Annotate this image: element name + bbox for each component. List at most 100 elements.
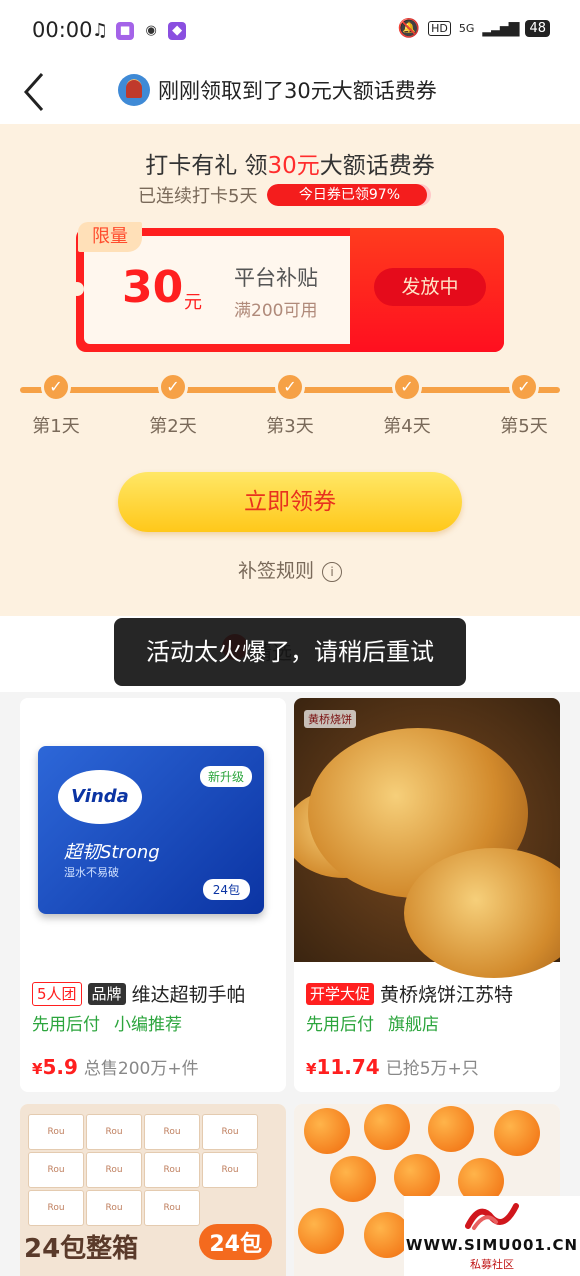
badge: 先用后付 bbox=[32, 1015, 100, 1035]
tissue-pack: Rou bbox=[86, 1114, 142, 1150]
product-image: 黄桥烧饼 bbox=[294, 698, 560, 978]
badge: 先用后付 bbox=[306, 1015, 374, 1035]
nav-title-wrap: 刚刚领取到了30元大额话费券 bbox=[118, 74, 437, 106]
watermark-sub: 私募社区 bbox=[470, 1258, 514, 1271]
tissue-count-badge: 24包 bbox=[199, 1224, 272, 1260]
product-card[interactable]: Rou Rou Rou Rou Rou Rou Rou Rou Rou Rou … bbox=[20, 1104, 286, 1276]
check-icon: ✓ bbox=[158, 372, 188, 402]
signal-icon: ▂▃▅▇ bbox=[482, 20, 519, 37]
day-item: ✓ 第5天 bbox=[484, 372, 564, 438]
day-label: 第5天 bbox=[500, 416, 548, 437]
product-badges: 先用后付 小编推荐 bbox=[32, 1010, 182, 1035]
product-card[interactable]: Vinda 新升级 超韧Strong 湿水不易破 24包 5人团 品牌 维达超韧… bbox=[20, 698, 286, 1092]
product-tags: 开学大促 黄桥烧饼江苏特 bbox=[306, 980, 513, 1007]
wechat-icon: ◉ bbox=[142, 21, 161, 40]
price-value: 11.74 bbox=[316, 1055, 380, 1079]
orange-shape bbox=[298, 1208, 344, 1254]
vinda-logo: Vinda bbox=[58, 770, 142, 824]
checkin-sub: 已连续打卡5天 今日券已领97% bbox=[138, 182, 432, 208]
watermark-url: WWW.SIMU001.CN bbox=[405, 1236, 579, 1254]
promo-tag: 开学大促 bbox=[306, 982, 375, 1005]
product-tags: 5人团 品牌 维达超韧手帕 bbox=[32, 980, 246, 1007]
coupon-status-button[interactable]: 发放中 bbox=[374, 268, 486, 306]
orange-shape bbox=[428, 1106, 474, 1152]
hd-icon: HD bbox=[428, 21, 451, 36]
product-card[interactable]: 黄桥烧饼 开学大促 黄桥烧饼江苏特 先用后付 旗舰店 ¥11.74 已抢5万+只 bbox=[294, 698, 560, 1092]
sold-count: 总售200万+件 bbox=[83, 1059, 199, 1079]
coupon-unit: 元 bbox=[184, 292, 202, 313]
badge: 小编推荐 bbox=[114, 1015, 182, 1035]
check-icon: ✓ bbox=[41, 372, 71, 402]
price-symbol: ¥ bbox=[306, 1060, 317, 1078]
coupon-name: 平台补贴 bbox=[234, 266, 318, 290]
product-price: ¥5.9 bbox=[32, 1055, 78, 1079]
product-badges: 先用后付 旗舰店 bbox=[306, 1010, 439, 1035]
streak-text: 已连续打卡5天 bbox=[138, 186, 258, 207]
today-progress-label: 今日券已领97% bbox=[298, 187, 401, 203]
mute-icon: 🔕 bbox=[397, 18, 421, 39]
network-label: 5G bbox=[458, 22, 475, 35]
checkin-days: ✓ 第1天 ✓ 第2天 ✓ 第3天 ✓ 第4天 ✓ 第5天 bbox=[0, 372, 580, 442]
tissue-pack: Rou bbox=[202, 1152, 258, 1188]
brand-mark: 黄桥烧饼 bbox=[304, 710, 356, 728]
product-price-row: ¥11.74 已抢5万+只 bbox=[306, 1054, 479, 1079]
watermark-logo-icon bbox=[465, 1203, 519, 1230]
tissue-pack: Rou bbox=[144, 1114, 200, 1150]
rules-label: 补签规则 bbox=[237, 560, 314, 582]
day-item: ✓ 第3天 bbox=[250, 372, 330, 438]
back-arrow-icon bbox=[23, 73, 44, 111]
orange-shape bbox=[304, 1108, 350, 1154]
tissue-pack: Rou bbox=[202, 1114, 258, 1150]
status-notification-icons: ♫ ◼ ◉ ◆ bbox=[92, 20, 187, 41]
nav-bar: 刚刚领取到了30元大额话费券 bbox=[0, 60, 580, 124]
tissue-pack: Rou bbox=[28, 1190, 84, 1226]
day-item: ✓ 第2天 bbox=[133, 372, 213, 438]
claim-coupon-button[interactable]: 立即领券 bbox=[118, 472, 462, 532]
product-title: 黄桥烧饼江苏特 bbox=[380, 984, 514, 1006]
temple-avatar-icon bbox=[118, 74, 150, 106]
page-title: 刚刚领取到了30元大额话费券 bbox=[158, 79, 437, 103]
product-price: ¥11.74 bbox=[306, 1055, 380, 1079]
checkin-title-highlight: 30元 bbox=[267, 153, 320, 179]
back-button[interactable] bbox=[18, 68, 58, 112]
shaobing-image: 黄桥烧饼 bbox=[294, 698, 560, 978]
limit-tag: 限量 bbox=[78, 222, 142, 252]
sold-count: 已抢5万+只 bbox=[385, 1059, 479, 1079]
tissue-banner: 24包整箱 bbox=[24, 1234, 139, 1264]
status-time: 00:00 bbox=[32, 18, 93, 42]
coupon-condition: 满200可用 bbox=[234, 301, 318, 321]
product-title: 维达超韧手帕 bbox=[131, 984, 246, 1006]
today-progress-bar: 今日券已领97% bbox=[267, 184, 432, 206]
orange-shape bbox=[364, 1104, 410, 1150]
app-badge-icon: ◆ bbox=[168, 21, 187, 40]
day-label: 第2天 bbox=[149, 416, 197, 437]
info-icon: i bbox=[322, 562, 342, 582]
checkin-title: 打卡有礼 领30元大额话费券 bbox=[0, 146, 580, 180]
coupon-card[interactable]: 限量 30 元 平台补贴 满200可用 发放中 bbox=[70, 222, 504, 352]
day-label: 第4天 bbox=[383, 416, 431, 437]
pack-sub-text: 湿水不易破 bbox=[64, 866, 119, 879]
checkin-panel: 打卡有礼 领30元大额话费券 已连续打卡5天 今日券已领97% 限量 30 元 … bbox=[0, 124, 580, 616]
check-icon: ✓ bbox=[509, 372, 539, 402]
orange-shape bbox=[494, 1110, 540, 1156]
error-toast: 活动太火爆了，请稍后重试 bbox=[114, 618, 466, 686]
checkin-title-suffix: 大额话费券 bbox=[319, 153, 435, 179]
price-symbol: ¥ bbox=[32, 1060, 43, 1078]
pack-strong-text: 超韧Strong bbox=[64, 842, 160, 863]
coupon-amount: 30 bbox=[122, 262, 184, 313]
audio-icon: ♫ bbox=[92, 20, 109, 41]
group-tag: 5人团 bbox=[32, 981, 82, 1006]
orange-shape bbox=[394, 1154, 440, 1200]
orange-shape bbox=[330, 1156, 376, 1202]
vinda-pack-image: Vinda 新升级 超韧Strong 湿水不易破 24包 bbox=[38, 746, 264, 914]
brand-tag: 品牌 bbox=[87, 982, 126, 1005]
tissue-pack: Rou bbox=[28, 1114, 84, 1150]
rules-link[interactable]: 补签规则 i bbox=[0, 556, 580, 583]
upgrade-badge: 新升级 bbox=[199, 766, 252, 787]
check-icon: ✓ bbox=[275, 372, 305, 402]
product-image: Vinda 新升级 超韧Strong 湿水不易破 24包 bbox=[20, 698, 286, 962]
watermark: WWW.SIMU001.CN 私募社区 bbox=[404, 1196, 580, 1276]
price-value: 5.9 bbox=[42, 1055, 78, 1079]
status-right-icons: 🔕 HD 5G ▂▃▅▇ 48 bbox=[398, 18, 550, 39]
status-bar: 00:00 ♫ ◼ ◉ ◆ 🔕 HD 5G ▂▃▅▇ 48 bbox=[0, 0, 580, 60]
